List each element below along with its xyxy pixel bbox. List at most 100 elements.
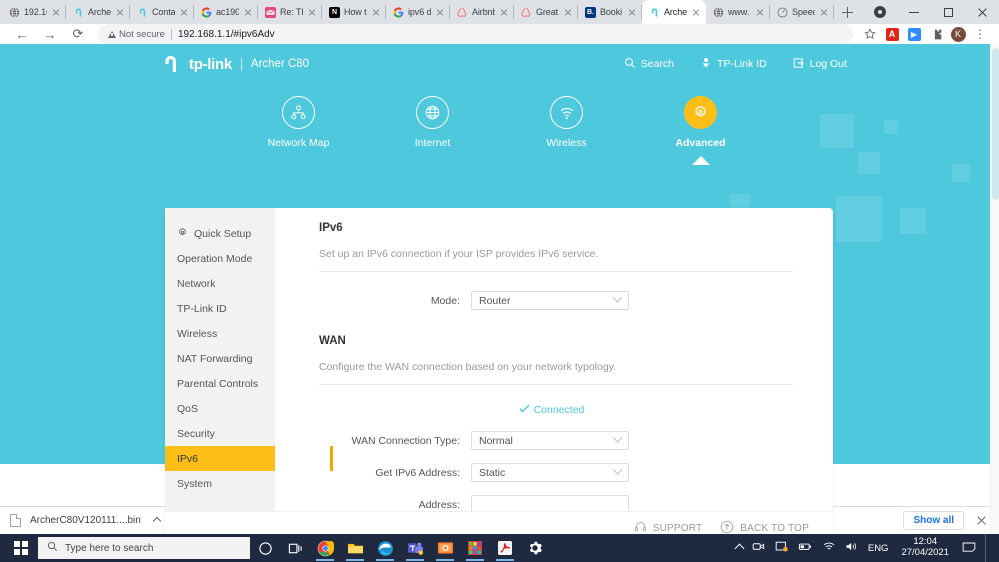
- sidebar-item-wireless[interactable]: Wireless: [165, 321, 275, 346]
- meet-now-icon[interactable]: [752, 540, 766, 556]
- outlook-icon[interactable]: [430, 534, 460, 562]
- wan-connection-type-select[interactable]: Normal: [471, 431, 629, 450]
- volume-icon[interactable]: [845, 540, 859, 556]
- sidebar-item-label: Security: [177, 428, 215, 440]
- close-shelf-icon[interactable]: [976, 515, 987, 526]
- logout-icon: [793, 57, 805, 72]
- reload-button[interactable]: ⟳: [64, 24, 92, 44]
- sidebar-item-nat-forwarding[interactable]: NAT Forwarding: [165, 346, 275, 371]
- chevron-up-icon[interactable]: [153, 516, 161, 524]
- taskbar-search[interactable]: Type here to search: [38, 537, 250, 559]
- start-button[interactable]: [4, 534, 38, 562]
- mode-select[interactable]: Router: [471, 291, 629, 310]
- get-ipv6-address-select[interactable]: Static: [471, 463, 629, 482]
- tab-close-icon[interactable]: [819, 7, 829, 17]
- pdf-icon: A: [886, 28, 899, 41]
- show-desktop-button[interactable]: [985, 534, 995, 562]
- profile-button[interactable]: [863, 0, 897, 24]
- browser-tab[interactable]: Great: [514, 0, 578, 24]
- new-tab-button[interactable]: [834, 0, 860, 24]
- site-security-indicator[interactable]: Not secure: [108, 29, 165, 40]
- winrar-icon[interactable]: [460, 534, 490, 562]
- clock[interactable]: 12:04 27/04/2021: [897, 537, 953, 559]
- sidebar-item-security[interactable]: Security: [165, 421, 275, 446]
- nav-item-advanced[interactable]: Advanced: [669, 96, 733, 165]
- acrobat-icon[interactable]: [490, 534, 520, 562]
- scrollbar-thumb[interactable]: [992, 48, 999, 200]
- browser-tab[interactable]: B. Booki: [578, 0, 642, 24]
- browser-tab[interactable]: Speed: [770, 0, 834, 24]
- nav-item-network-map[interactable]: Network Map: [267, 96, 331, 165]
- language-indicator[interactable]: ENG: [868, 543, 889, 554]
- browser-tab[interactable]: ipv6 d: [386, 0, 450, 24]
- browser-tab-active[interactable]: Arche: [642, 0, 706, 24]
- globe-icon: [416, 96, 449, 129]
- sidebar-item-quick-setup[interactable]: Quick Setup: [165, 221, 275, 246]
- teams-icon[interactable]: [400, 534, 430, 562]
- nav-item-internet[interactable]: Internet: [401, 96, 465, 165]
- browser-tab[interactable]: Archer: [66, 0, 130, 24]
- task-view-icon[interactable]: [280, 534, 310, 562]
- download-item[interactable]: ArcherC80V120111....bin: [10, 514, 172, 527]
- browser-tab[interactable]: Conta: [130, 0, 194, 24]
- cortana-icon[interactable]: [250, 534, 280, 562]
- tab-close-icon[interactable]: [435, 7, 445, 17]
- browser-tab[interactable]: www.: [706, 0, 770, 24]
- browser-menu-button[interactable]: ⋮: [969, 24, 991, 44]
- onedrive-icon[interactable]: [775, 540, 789, 556]
- page-scrollbar[interactable]: [990, 44, 999, 534]
- tab-close-icon[interactable]: [115, 7, 125, 17]
- browser-tab[interactable]: ac190: [194, 0, 258, 24]
- tab-close-icon[interactable]: [563, 7, 573, 17]
- sidebar-item-tp-link-id[interactable]: TP-Link ID: [165, 296, 275, 321]
- show-hidden-icons[interactable]: [734, 543, 744, 553]
- browser-tab[interactable]: Re: Th: [258, 0, 322, 24]
- action-center-icon[interactable]: [962, 540, 976, 556]
- search-button[interactable]: Search: [624, 57, 674, 72]
- browser-tab[interactable]: 192.16: [2, 0, 66, 24]
- sidebar-item-network[interactable]: Network: [165, 271, 275, 296]
- nav-item-wireless[interactable]: Wireless: [535, 96, 599, 165]
- show-all-downloads-button[interactable]: Show all: [903, 511, 964, 530]
- edge-icon[interactable]: [370, 534, 400, 562]
- page-viewport: tp-link Archer C80 Search TP-Link ID: [0, 44, 999, 534]
- settings-icon[interactable]: [520, 534, 550, 562]
- sidebar-item-system[interactable]: System: [165, 471, 275, 496]
- chrome-icon[interactable]: [310, 534, 340, 562]
- extensions-puzzle-icon[interactable]: [925, 24, 947, 44]
- tab-close-icon[interactable]: [179, 7, 189, 17]
- sidebar-item-operation-mode[interactable]: Operation Mode: [165, 246, 275, 271]
- tab-close-icon[interactable]: [691, 7, 701, 17]
- tab-close-icon[interactable]: [627, 7, 637, 17]
- wifi-icon[interactable]: [822, 540, 836, 556]
- file-explorer-icon[interactable]: [340, 534, 370, 562]
- tab-close-icon[interactable]: [371, 7, 381, 17]
- zoom-extension-icon[interactable]: ▶: [903, 24, 925, 44]
- logout-button[interactable]: Log Out: [793, 57, 847, 72]
- sidebar-item-ipv6[interactable]: IPv6: [165, 446, 275, 471]
- globe-icon: [713, 7, 724, 18]
- address-bar[interactable]: Not secure 192.168.1.1/#ipv6Adv: [98, 24, 853, 44]
- sidebar-item-parental-controls[interactable]: Parental Controls: [165, 371, 275, 396]
- tab-close-icon[interactable]: [307, 7, 317, 17]
- close-window-button[interactable]: [965, 0, 999, 24]
- forward-button[interactable]: →: [36, 24, 64, 44]
- support-button[interactable]: SUPPORT: [634, 520, 703, 534]
- tplink-id-button[interactable]: TP-Link ID: [700, 57, 767, 72]
- minimize-button[interactable]: [897, 0, 931, 24]
- maximize-button[interactable]: [931, 0, 965, 24]
- sidebar-item-qos[interactable]: QoS: [165, 396, 275, 421]
- profile-avatar[interactable]: K: [947, 24, 969, 44]
- browser-tab[interactable]: N How t: [322, 0, 386, 24]
- tab-close-icon[interactable]: [243, 7, 253, 17]
- tab-close-icon[interactable]: [755, 7, 765, 17]
- acrobat-extension-icon[interactable]: A: [881, 24, 903, 44]
- back-to-top-button[interactable]: BACK TO TOP: [720, 520, 809, 535]
- tab-close-icon[interactable]: [51, 7, 61, 17]
- browser-tab[interactable]: Airbnb: [450, 0, 514, 24]
- tab-close-icon[interactable]: [499, 7, 509, 17]
- battery-icon[interactable]: [798, 540, 813, 556]
- back-button[interactable]: ←: [8, 24, 36, 44]
- bookmark-star-icon[interactable]: [859, 24, 881, 44]
- wan-section-description: Configure the WAN connection based on yo…: [319, 361, 793, 385]
